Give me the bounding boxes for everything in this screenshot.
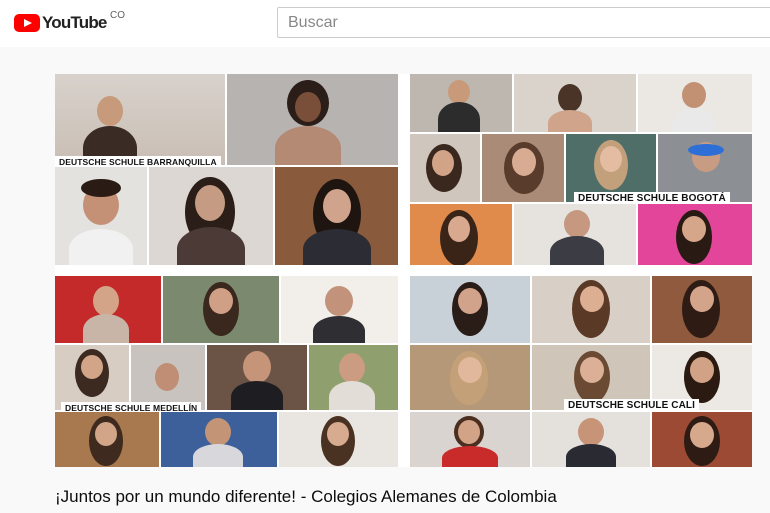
video-tile — [279, 412, 398, 467]
video-tile — [638, 204, 752, 265]
school-label-cali: DEUTSCHE SCHULE CALI — [564, 399, 700, 412]
video-tile — [410, 134, 480, 202]
video-tile — [410, 345, 530, 410]
video-tile — [482, 134, 564, 202]
video-tile — [514, 74, 636, 132]
search-box[interactable] — [277, 7, 770, 38]
video-tile — [227, 74, 398, 165]
country-code: CO — [110, 10, 125, 21]
video-tile — [410, 412, 530, 467]
video-tile — [131, 345, 205, 410]
video-tile — [163, 276, 279, 343]
video-tile — [532, 276, 650, 343]
video-tile — [309, 345, 398, 410]
video-tile — [55, 412, 159, 467]
quadrant-divider — [55, 265, 752, 276]
video-tile — [514, 204, 636, 265]
video-tile — [55, 345, 129, 410]
youtube-logo[interactable]: YouTube CO — [14, 10, 125, 34]
video-tile — [207, 345, 307, 410]
video-tile — [638, 74, 752, 132]
youtube-play-icon — [14, 14, 40, 32]
video-tile — [532, 412, 650, 467]
video-tile — [55, 74, 225, 165]
video-tile — [652, 276, 752, 343]
video-tile — [161, 412, 277, 467]
video-tile — [410, 74, 512, 132]
masthead: YouTube CO — [0, 0, 770, 47]
video-tile — [149, 167, 273, 265]
logo-text: YouTube — [42, 13, 107, 32]
video-tile — [652, 412, 752, 467]
video-title: ¡Juntos por un mundo diferente! - Colegi… — [55, 487, 557, 506]
search-input[interactable] — [278, 8, 770, 37]
video-tile — [410, 204, 512, 265]
video-tile — [281, 276, 398, 343]
video-tile — [55, 276, 161, 343]
video-tile — [275, 167, 398, 265]
video-tile — [410, 276, 530, 343]
video-tile — [55, 167, 147, 265]
video-player[interactable]: DEUTSCHE SCHULE BARRANQUILLA DEUTSCHE SC… — [55, 74, 752, 467]
